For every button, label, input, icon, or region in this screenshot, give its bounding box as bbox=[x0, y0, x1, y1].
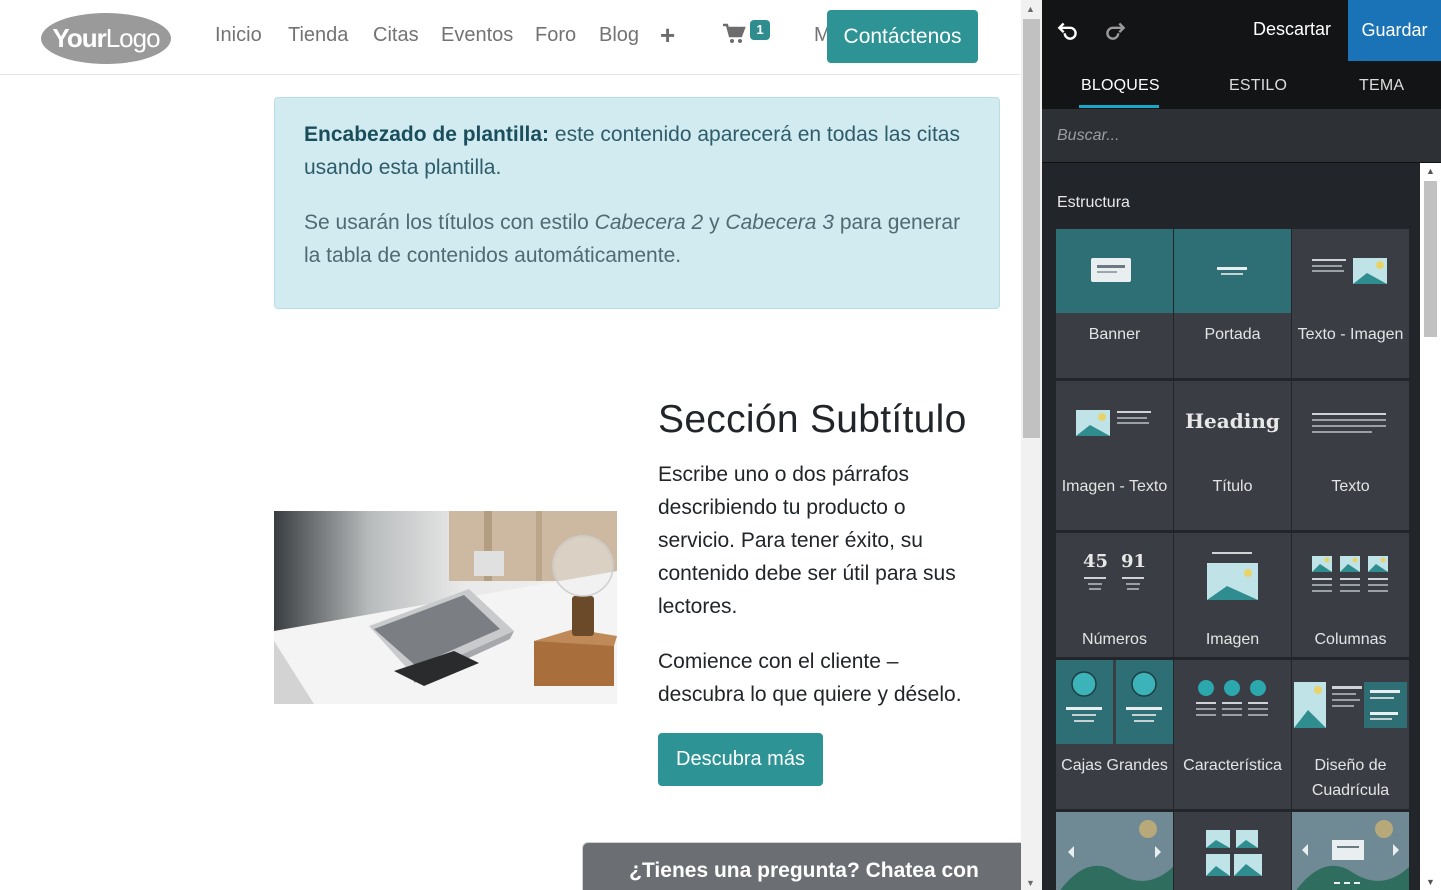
block-image-gallery[interactable] bbox=[1174, 812, 1291, 890]
nav-link-eventos[interactable]: Eventos bbox=[441, 24, 513, 47]
block-label: Columnas bbox=[1314, 631, 1387, 648]
save-button[interactable]: Guardar bbox=[1348, 0, 1441, 61]
big-boxes-thumb-icon bbox=[1056, 660, 1173, 744]
block-title[interactable]: Heading Título bbox=[1174, 381, 1291, 530]
block-label: Banner bbox=[1088, 326, 1141, 343]
website-editor-panel: Descartar Guardar BLOQUES ESTILO TEMA Bu… bbox=[1042, 0, 1441, 890]
add-page-plus-icon[interactable]: + bbox=[660, 22, 675, 48]
discard-button[interactable]: Descartar bbox=[1253, 19, 1331, 40]
block-big-boxes[interactable]: Cajas Grandes bbox=[1056, 660, 1173, 809]
structure-section-label: Estructura bbox=[1057, 194, 1130, 211]
tab-theme[interactable]: TEMA bbox=[1359, 77, 1404, 95]
block-label: Imagen - Texto bbox=[1061, 478, 1168, 495]
alert-text-2a: Se usarán los títulos con estilo bbox=[304, 211, 595, 234]
alert-em-2: Cabecera 3 bbox=[725, 211, 834, 234]
block-label: Característica bbox=[1183, 757, 1282, 774]
block-label: Números bbox=[1082, 631, 1147, 648]
site-logo[interactable]: YourLogo bbox=[41, 13, 171, 64]
cover-thumb-icon bbox=[1174, 229, 1291, 313]
page-scrollbar[interactable]: ▲ ▼ bbox=[1021, 0, 1042, 890]
grid-layout-thumb-icon bbox=[1292, 660, 1409, 744]
contact-us-button[interactable]: Contáctenos bbox=[827, 10, 978, 63]
cart-count-badge: 1 bbox=[750, 20, 770, 40]
image-thumb-icon bbox=[1174, 533, 1291, 617]
alert-paragraph-1: Encabezado de plantilla: este contenido … bbox=[304, 118, 970, 184]
text-image-thumb-icon bbox=[1292, 229, 1409, 313]
text-thumb-icon bbox=[1292, 381, 1409, 465]
alert-strong: Encabezado de plantilla: bbox=[304, 123, 550, 146]
heading-thumb-text: Heading bbox=[1185, 409, 1280, 433]
search-placeholder: Buscar... bbox=[1057, 127, 1120, 144]
alert-text-2b: y bbox=[703, 211, 726, 234]
section-title[interactable]: Sección Subtítulo bbox=[658, 398, 967, 442]
block-cover[interactable]: Portada bbox=[1174, 229, 1291, 378]
redo-icon[interactable] bbox=[1102, 17, 1128, 43]
editor-tabs: BLOQUES ESTILO TEMA bbox=[1042, 61, 1441, 109]
undo-icon[interactable] bbox=[1055, 17, 1081, 43]
block-label: Diseño de Cuadrícula bbox=[1311, 757, 1390, 799]
cart-icon[interactable] bbox=[722, 22, 752, 50]
scroll-up-arrow-icon[interactable]: ▲ bbox=[1426, 166, 1435, 176]
block-text-image[interactable]: Texto - Imagen bbox=[1292, 229, 1409, 378]
block-features[interactable]: Característica bbox=[1174, 660, 1291, 809]
features-thumb-icon bbox=[1174, 660, 1291, 744]
block-banner[interactable]: Banner bbox=[1056, 229, 1173, 378]
nav-link-blog[interactable]: Blog bbox=[599, 24, 639, 47]
logo-text-bold: Your bbox=[52, 23, 106, 53]
alert-em-1: Cabecera 2 bbox=[594, 211, 704, 234]
nav-link-inicio[interactable]: Inicio bbox=[215, 24, 262, 47]
active-tab-indicator bbox=[1079, 105, 1159, 108]
navbar: YourLogo Inicio Tienda Citas Eventos For… bbox=[0, 0, 1021, 75]
block-columns[interactable]: Columnas bbox=[1292, 533, 1409, 657]
laptop-desk-image[interactable] bbox=[274, 511, 617, 704]
block-image-text[interactable]: Imagen - Texto bbox=[1056, 381, 1173, 530]
scroll-down-arrow-icon[interactable]: ▼ bbox=[1026, 878, 1035, 888]
block-image[interactable]: Imagen bbox=[1174, 533, 1291, 657]
numbers-thumb-icon: 45 91 bbox=[1056, 533, 1173, 617]
template-header-alert[interactable]: Encabezado de plantilla: este contenido … bbox=[274, 97, 1000, 309]
block-label: Título bbox=[1212, 478, 1253, 495]
scroll-up-arrow-icon[interactable]: ▲ bbox=[1026, 4, 1035, 14]
title-thumb-icon: Heading bbox=[1174, 381, 1291, 465]
section-paragraph-1[interactable]: Escribe uno o dos párrafos describiendo … bbox=[658, 458, 988, 623]
website-preview: YourLogo Inicio Tienda Citas Eventos For… bbox=[0, 0, 1021, 890]
section-paragraph-2[interactable]: Comience con el cliente – descubra lo qu… bbox=[658, 645, 988, 711]
tab-blocks[interactable]: BLOQUES bbox=[1081, 77, 1160, 95]
block-label: Texto - Imagen bbox=[1297, 326, 1404, 343]
livechat-button[interactable]: ¿Tienes una pregunta? Chatea con nosotro… bbox=[582, 842, 1021, 890]
page-scrollbar-thumb[interactable] bbox=[1023, 19, 1040, 438]
block-label: Portada bbox=[1204, 326, 1261, 343]
block-label: Cajas Grandes bbox=[1061, 757, 1168, 774]
blocks-search-input[interactable]: Buscar... bbox=[1042, 109, 1441, 163]
tab-style[interactable]: ESTILO bbox=[1229, 77, 1287, 95]
block-label: Imagen bbox=[1205, 631, 1260, 648]
carousel-thumb-icon bbox=[1056, 812, 1173, 890]
banner-thumb-icon bbox=[1056, 229, 1173, 313]
logo-text-light: Logo bbox=[105, 23, 161, 53]
nav-link-tienda[interactable]: Tienda bbox=[288, 24, 348, 47]
image-text-thumb-icon bbox=[1056, 381, 1173, 465]
block-numbers[interactable]: 45 91 Números bbox=[1056, 533, 1173, 657]
block-carousel[interactable] bbox=[1056, 812, 1173, 890]
columns-thumb-icon bbox=[1292, 533, 1409, 617]
block-grid-layout[interactable]: Diseño de Cuadrícula bbox=[1292, 660, 1409, 809]
alert-paragraph-2: Se usarán los títulos con estilo Cabecer… bbox=[304, 206, 970, 272]
scroll-down-arrow-icon[interactable]: ▼ bbox=[1426, 877, 1435, 887]
block-text[interactable]: Texto bbox=[1292, 381, 1409, 530]
blocks-scrollbar-thumb[interactable] bbox=[1424, 181, 1437, 337]
nav-link-citas[interactable]: Citas bbox=[373, 24, 419, 47]
nav-link-foro[interactable]: Foro bbox=[535, 24, 576, 47]
block-label: Texto bbox=[1331, 478, 1370, 495]
discover-more-button[interactable]: Descubra más bbox=[658, 733, 823, 786]
blocks-scrollbar[interactable]: ▲ ▼ bbox=[1420, 163, 1441, 890]
image-gallery-thumb-icon bbox=[1174, 812, 1291, 890]
block-slider[interactable] bbox=[1292, 812, 1409, 890]
editor-toolbar: Descartar Guardar bbox=[1042, 0, 1441, 61]
slider-thumb-icon bbox=[1292, 812, 1409, 890]
